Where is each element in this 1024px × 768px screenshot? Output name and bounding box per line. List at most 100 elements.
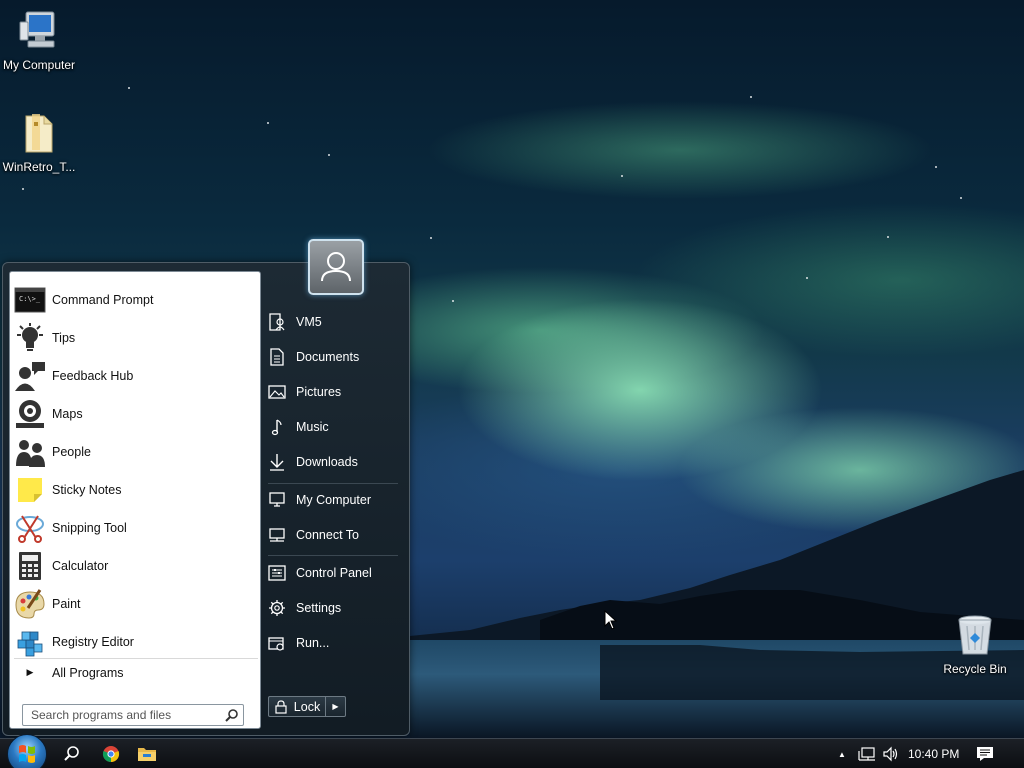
mouse-pointer-icon (604, 610, 618, 630)
search-icon[interactable] (225, 708, 239, 722)
program-label: Tips (52, 331, 76, 345)
taskbar: ▲ 10:40 PM (0, 734, 1024, 768)
connect-icon (265, 526, 289, 544)
control-panel-icon (265, 564, 289, 582)
program-feedback-hub[interactable]: Feedback Hub (14, 358, 258, 394)
paint-palette-icon (14, 588, 46, 620)
program-calculator[interactable]: Calculator (14, 548, 258, 584)
maps-icon (14, 398, 46, 430)
place-vm5[interactable]: VM5 (265, 307, 401, 337)
picture-icon (265, 383, 289, 401)
place-label: Downloads (296, 455, 358, 469)
program-label: Maps (52, 407, 83, 421)
search-icon (64, 746, 79, 761)
triangle-right-icon: ▶ (332, 702, 339, 711)
computer-monitor-icon (16, 8, 62, 54)
padlock-icon (275, 699, 287, 714)
place-label: Pictures (296, 385, 342, 399)
place-label: Control Panel (296, 566, 372, 580)
program-label: Command Prompt (52, 293, 154, 307)
menu-separator (268, 483, 398, 484)
taskbar-search-button[interactable] (59, 742, 85, 766)
desktop-icon-recycle-bin[interactable]: Recycle Bin (933, 612, 1017, 676)
place-connect-to[interactable]: Connect To (265, 520, 401, 550)
place-settings[interactable]: Settings (265, 593, 401, 623)
recycle-bin-icon (952, 612, 998, 658)
place-documents[interactable]: Documents (265, 342, 401, 372)
program-command-prompt[interactable]: C:\>_ Command Prompt (14, 282, 258, 318)
triangle-right-icon: ▶ (26, 667, 34, 677)
program-snipping-tool[interactable]: Snipping Tool (14, 510, 258, 546)
program-label: Sticky Notes (52, 483, 122, 497)
search-input[interactable] (23, 705, 219, 725)
desktop-icon-label: WinRetro_T... (2, 160, 76, 174)
menu-separator (268, 555, 398, 556)
place-control-panel[interactable]: Control Panel (265, 558, 401, 588)
tray-network[interactable] (856, 742, 878, 766)
place-music[interactable]: Music (265, 412, 401, 442)
desktop-icon-my-computer[interactable]: My Computer (0, 8, 81, 72)
program-paint[interactable]: Paint (14, 586, 258, 622)
computer-monitor-icon (265, 491, 289, 509)
program-label: Snipping Tool (52, 521, 127, 535)
tray-volume[interactable] (880, 742, 902, 766)
place-label: VM5 (296, 315, 322, 329)
tray-overflow-button[interactable]: ▲ (832, 742, 852, 766)
program-label: Feedback Hub (52, 369, 134, 383)
windows-logo-icon (19, 745, 35, 763)
feedback-hub-icon (14, 360, 46, 392)
pinned-programs-pane: C:\>_ Command Prompt Tips Feedback Hub M… (9, 271, 261, 729)
chrome-icon (102, 746, 120, 763)
place-downloads[interactable]: Downloads (265, 447, 401, 477)
run-icon (265, 634, 289, 652)
place-pictures[interactable]: Pictures (265, 377, 401, 407)
file-explorer-icon (138, 748, 156, 761)
user-avatar[interactable] (308, 239, 364, 295)
taskbar-chrome-button[interactable] (98, 742, 124, 766)
place-label: Run... (296, 636, 330, 650)
taskbar-file-explorer-button[interactable] (134, 742, 160, 766)
calculator-icon (14, 550, 46, 582)
chevron-up-icon: ▲ (838, 749, 846, 759)
action-center-button[interactable] (972, 742, 998, 766)
search-box[interactable] (22, 704, 244, 726)
volume-icon (883, 746, 898, 762)
program-label: Paint (52, 597, 81, 611)
all-programs-label: All Programs (52, 665, 124, 680)
taskbar-clock[interactable]: 10:40 PM (908, 747, 959, 761)
program-maps[interactable]: Maps (14, 396, 258, 432)
all-programs-button[interactable]: ▶ All Programs (14, 658, 258, 686)
music-note-icon (265, 418, 289, 436)
gear-icon (265, 599, 289, 617)
shutdown-options-arrow[interactable]: ▶ (326, 696, 346, 717)
user-folder-icon (265, 313, 289, 331)
program-label: Registry Editor (52, 635, 134, 649)
program-label: Calculator (52, 559, 109, 573)
desktop-icon-winretro-folder[interactable]: WinRetro_T... (0, 110, 81, 174)
command-prompt-icon: C:\>_ (14, 284, 46, 316)
place-label: Music (296, 420, 329, 434)
lock-button-group: Lock ▶ (268, 696, 346, 718)
svg-text:C:\>_: C:\>_ (19, 295, 41, 303)
program-people[interactable]: People (14, 434, 258, 470)
action-center-icon (977, 747, 993, 761)
place-label: Connect To (296, 528, 360, 542)
sticky-notes-icon (14, 474, 46, 506)
lock-button[interactable]: Lock (268, 696, 326, 717)
network-icon (858, 747, 875, 761)
lock-label: Lock (293, 699, 321, 714)
start-button[interactable] (7, 734, 47, 768)
program-registry-editor[interactable]: Registry Editor (14, 624, 258, 660)
program-tips[interactable]: Tips (14, 320, 258, 356)
document-icon (265, 348, 289, 366)
place-run[interactable]: Run... (265, 628, 401, 658)
place-my-computer[interactable]: My Computer (265, 485, 401, 515)
program-sticky-notes[interactable]: Sticky Notes (14, 472, 258, 508)
scissors-icon (14, 512, 46, 544)
place-label: Documents (296, 350, 360, 364)
folder-icon (16, 110, 62, 156)
place-label: My Computer (296, 493, 372, 507)
lightbulb-icon (14, 322, 46, 354)
user-silhouette-icon (321, 252, 351, 282)
desktop-icon-label: My Computer (2, 58, 76, 72)
